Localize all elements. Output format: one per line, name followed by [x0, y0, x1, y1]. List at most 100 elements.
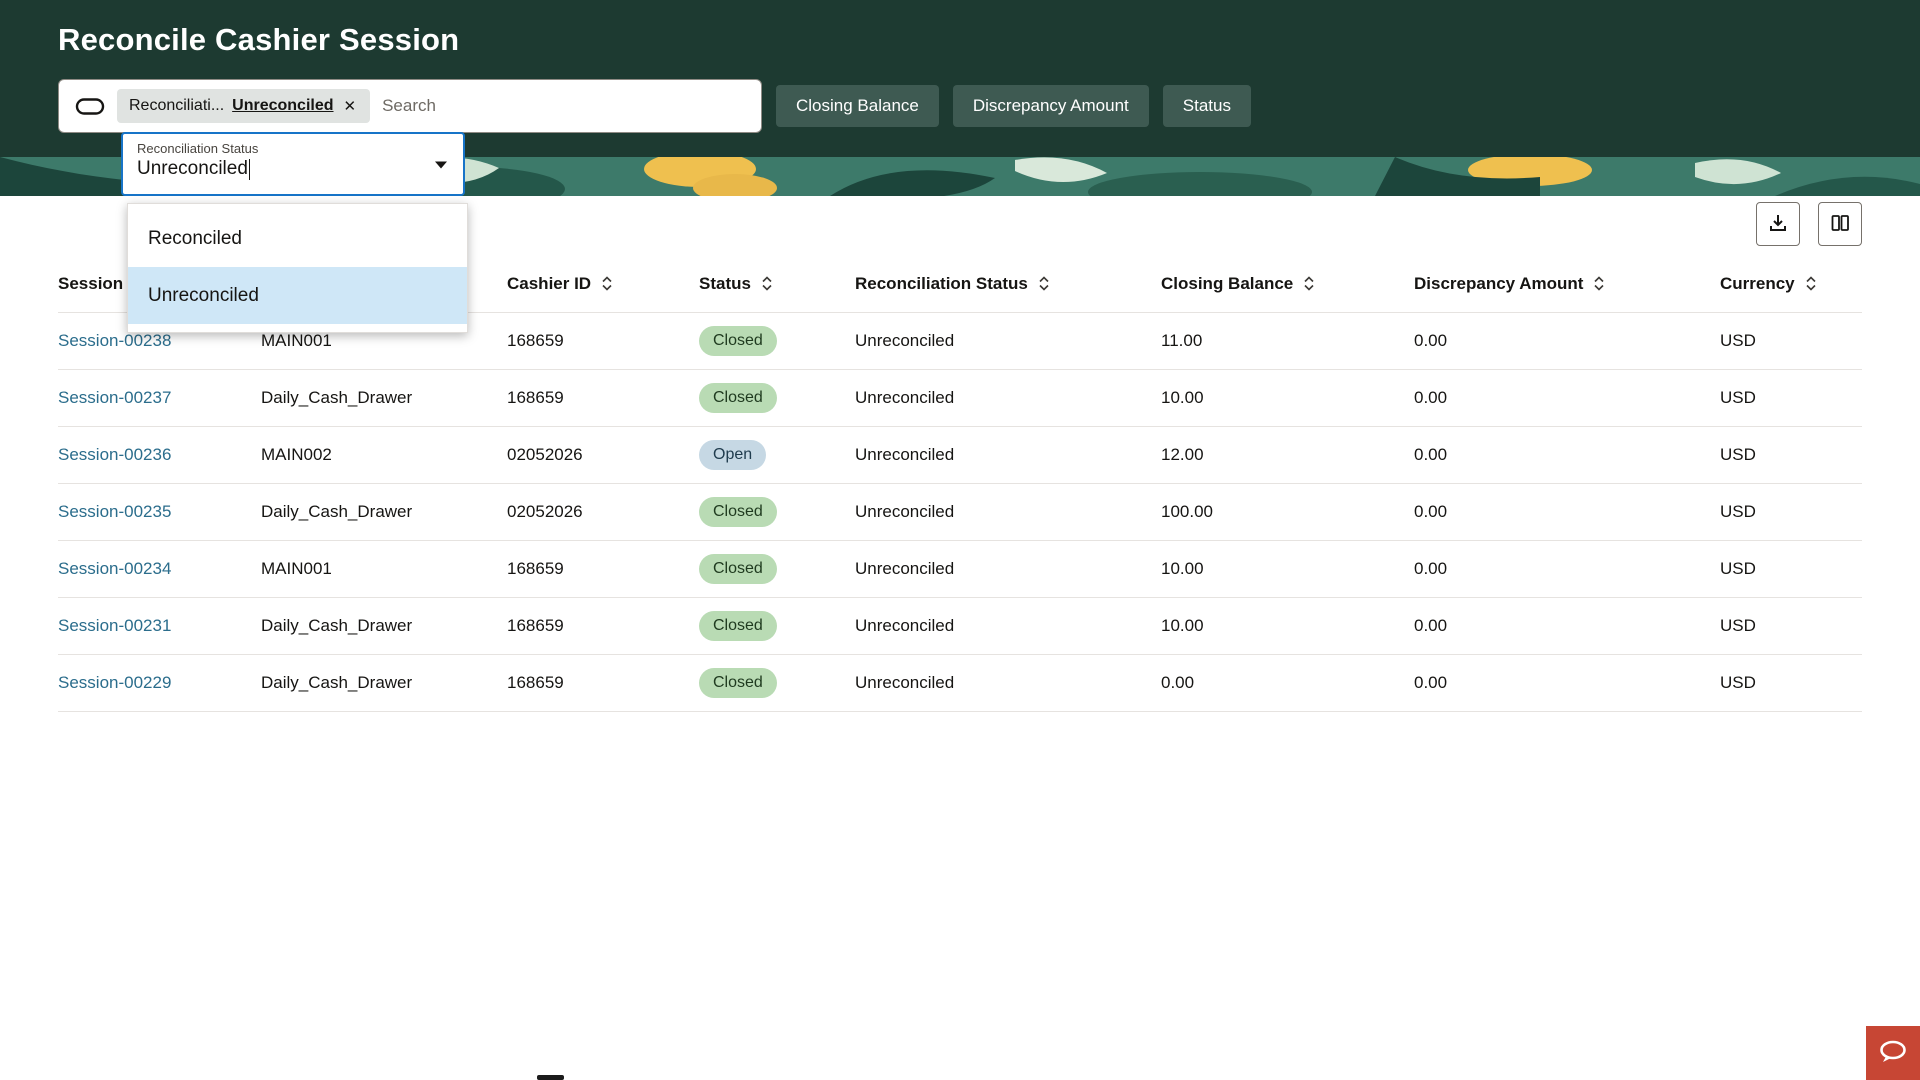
- column-header-cashier-id[interactable]: Cashier ID: [507, 256, 699, 312]
- dropdown-field-label: Reconciliation Status: [137, 141, 449, 156]
- sort-icon[interactable]: [1038, 275, 1050, 292]
- cell: Daily_Cash_Drawer: [261, 369, 507, 426]
- search-input[interactable]: [382, 96, 745, 116]
- cell: 10.00: [1161, 540, 1414, 597]
- cell: 0.00: [1161, 654, 1414, 711]
- filter-button-closing-balance[interactable]: Closing Balance: [776, 85, 939, 127]
- filter-toggle-icon[interactable]: [75, 97, 105, 116]
- filter-chip-reconciliation-status[interactable]: Reconciliati... Unreconciled ✕: [117, 89, 370, 123]
- column-header-label: Session: [58, 274, 123, 294]
- table-row: Session-00229 Daily_Cash_Drawer168659Clos…: [58, 654, 1862, 711]
- cell: 12.00: [1161, 426, 1414, 483]
- chevron-down-icon[interactable]: [435, 162, 447, 169]
- sort-icon[interactable]: [1805, 275, 1817, 292]
- status-badge: Closed: [699, 383, 777, 413]
- cell: 0.00: [1414, 369, 1720, 426]
- session-link[interactable]: Session-00234: [58, 559, 171, 578]
- table-row: Session-00231 Daily_Cash_Drawer168659Clos…: [58, 597, 1862, 654]
- download-button[interactable]: [1756, 202, 1800, 246]
- chip-remove-icon[interactable]: ✕: [342, 97, 359, 116]
- search-bar[interactable]: Reconciliati... Unreconciled ✕: [58, 79, 762, 133]
- cell: 0.00: [1414, 426, 1720, 483]
- cell: 0.00: [1414, 540, 1720, 597]
- sort-icon[interactable]: [601, 275, 613, 292]
- column-header-label: Cashier ID: [507, 274, 591, 294]
- column-header-closing-balance[interactable]: Closing Balance: [1161, 256, 1414, 312]
- search-row: Reconciliati... Unreconciled ✕ Closing B…: [58, 79, 1920, 133]
- dropdown-option-reconciled[interactable]: Reconciled: [128, 210, 467, 267]
- status-badge: Closed: [699, 611, 777, 641]
- cell: MAIN001: [261, 540, 507, 597]
- column-header-label: Discrepancy Amount: [1414, 274, 1583, 294]
- cell: USD: [1720, 483, 1862, 540]
- sort-icon[interactable]: [761, 275, 773, 292]
- bottom-scroll-mark: [537, 1075, 564, 1080]
- status-cell: Closed: [699, 540, 855, 597]
- table-body: Session-00238MAIN001168659ClosedUnreconc…: [58, 312, 1862, 711]
- filter-chip-field: Reconciliati...: [129, 97, 224, 115]
- cell: 10.00: [1161, 369, 1414, 426]
- filter-button-discrepancy-amount[interactable]: Discrepancy Amount: [953, 85, 1149, 127]
- column-header-label: Currency: [1720, 274, 1795, 294]
- sort-icon[interactable]: [1593, 275, 1605, 292]
- cell: Daily_Cash_Drawer: [261, 483, 507, 540]
- cell: MAIN002: [261, 426, 507, 483]
- filter-buttons: Closing Balance Discrepancy Amount Status: [776, 85, 1251, 127]
- status-cell: Closed: [699, 654, 855, 711]
- cell: 10.00: [1161, 597, 1414, 654]
- manage-columns-button[interactable]: [1818, 202, 1862, 246]
- session-link[interactable]: Session-00229: [58, 673, 171, 692]
- cell: Daily_Cash_Drawer: [261, 654, 507, 711]
- cell: USD: [1720, 540, 1862, 597]
- column-header-label: Status: [699, 274, 751, 294]
- table-row: Session-00235Daily_Cash_Drawer02052026Cl…: [58, 483, 1862, 540]
- session-cell: Session-00234: [58, 540, 261, 597]
- cell: Unreconciled: [855, 540, 1161, 597]
- page-title: Reconcile Cashier Session: [58, 0, 1920, 58]
- cell: 168659: [507, 654, 699, 711]
- cell: USD: [1720, 312, 1862, 369]
- session-link[interactable]: Session-00236: [58, 445, 171, 464]
- status-badge: Closed: [699, 554, 777, 584]
- cell: 0.00: [1414, 312, 1720, 369]
- chat-bubble-icon: [1877, 1039, 1909, 1068]
- cell: USD: [1720, 597, 1862, 654]
- session-link[interactable]: Session-00237: [58, 388, 171, 407]
- column-header-status[interactable]: Status: [699, 256, 855, 312]
- sort-icon[interactable]: [1303, 275, 1315, 292]
- cell: Unreconciled: [855, 369, 1161, 426]
- session-cell: Session-00235: [58, 483, 261, 540]
- column-header-label: Closing Balance: [1161, 274, 1293, 294]
- session-link[interactable]: Session-00235: [58, 502, 171, 521]
- dropdown-field-value: Unreconciled: [137, 158, 449, 180]
- status-cell: Open: [699, 426, 855, 483]
- session-link[interactable]: Session-00231: [58, 616, 171, 635]
- cell: 168659: [507, 597, 699, 654]
- cell: Daily_Cash_Drawer: [261, 597, 507, 654]
- reconciliation-status-field[interactable]: Reconciliation Status Unreconciled: [121, 132, 465, 196]
- cell: USD: [1720, 654, 1862, 711]
- cell: Unreconciled: [855, 483, 1161, 540]
- dropdown-option-unreconciled[interactable]: Unreconciled: [128, 267, 467, 324]
- status-cell: Closed: [699, 312, 855, 369]
- cell: 11.00: [1161, 312, 1414, 369]
- status-cell: Closed: [699, 369, 855, 426]
- dropdown-value-text: Unreconciled: [137, 158, 248, 180]
- chat-assistant-button[interactable]: [1866, 1026, 1920, 1080]
- filter-button-status[interactable]: Status: [1163, 85, 1251, 127]
- status-badge: Open: [699, 440, 766, 470]
- cell: Unreconciled: [855, 597, 1161, 654]
- cell: 0.00: [1414, 597, 1720, 654]
- status-badge: Closed: [699, 668, 777, 698]
- column-header-reconciliation-status[interactable]: Reconciliation Status: [855, 256, 1161, 312]
- session-cell: Session-00237: [58, 369, 261, 426]
- table-row: Session-00234MAIN001168659ClosedUnreconc…: [58, 540, 1862, 597]
- columns-icon: [1829, 212, 1851, 237]
- cell: 100.00: [1161, 483, 1414, 540]
- column-header-currency[interactable]: Currency: [1720, 256, 1862, 312]
- column-header-discrepancy-amount[interactable]: Discrepancy Amount: [1414, 256, 1720, 312]
- status-cell: Closed: [699, 597, 855, 654]
- session-link[interactable]: Session-00238: [58, 331, 171, 350]
- status-badge: Closed: [699, 497, 777, 527]
- cell: 0.00: [1414, 483, 1720, 540]
